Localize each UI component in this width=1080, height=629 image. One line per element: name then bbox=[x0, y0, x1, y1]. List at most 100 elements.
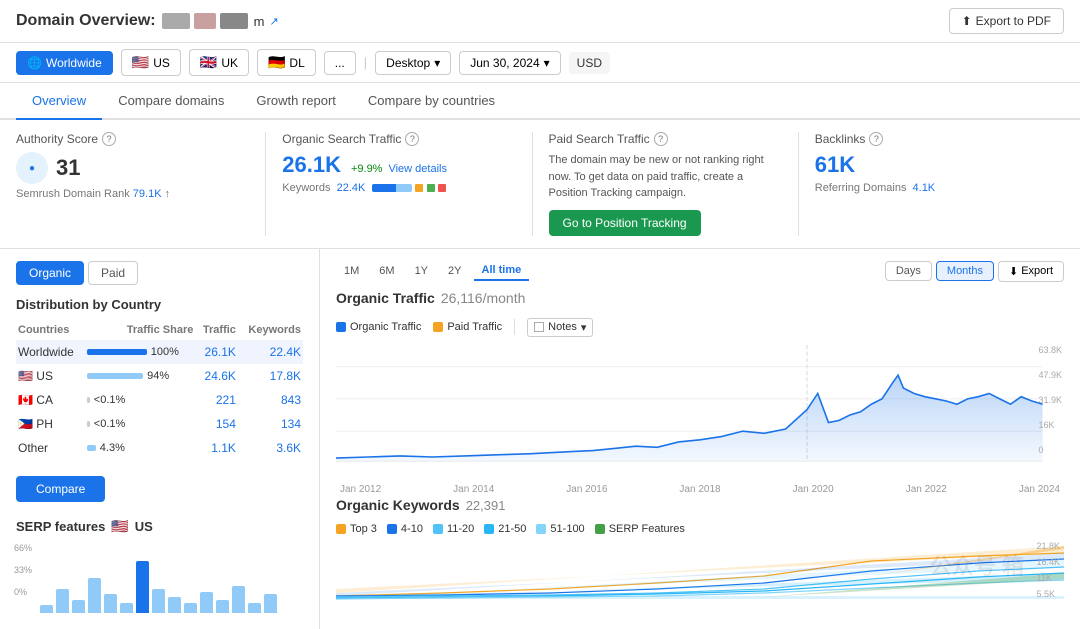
kw-legend-51-100[interactable]: 51-100 bbox=[536, 523, 584, 535]
paid-traffic-message: The domain may be new or not ranking rig… bbox=[549, 152, 782, 202]
compare-button[interactable]: Compare bbox=[16, 476, 105, 502]
organic-traffic-chart: Jan 2012 Jan 2014 Jan 2016 Jan 2018 Jan … bbox=[336, 345, 1064, 485]
traffic-value: 1.1K bbox=[195, 436, 238, 460]
serp-bar bbox=[232, 586, 245, 613]
backlinks-info-icon[interactable]: ? bbox=[869, 132, 883, 146]
referring-domains-link[interactable]: 4.1K bbox=[913, 182, 936, 194]
organic-toggle-button[interactable]: Organic bbox=[16, 261, 84, 285]
serp-bar bbox=[168, 597, 181, 613]
serp-bar bbox=[120, 603, 133, 613]
uk-button[interactable]: 🇬🇧 UK bbox=[189, 49, 249, 76]
semrush-rank: Semrush Domain Rank 79.1K ↑ bbox=[16, 188, 249, 200]
organic-info-icon[interactable]: ? bbox=[405, 132, 419, 146]
21-50-dot bbox=[484, 524, 494, 534]
more-locations-button[interactable]: ... bbox=[324, 51, 356, 75]
country-name: 🇵🇭 PH bbox=[16, 412, 85, 436]
de-flag: 🇩🇪 bbox=[268, 54, 285, 71]
traffic-share: 4.3% bbox=[85, 436, 196, 460]
tab-compare-countries[interactable]: Compare by countries bbox=[352, 83, 511, 120]
legend-organic[interactable]: Organic Traffic bbox=[336, 321, 421, 333]
uk-label: UK bbox=[221, 56, 238, 70]
external-link-icon[interactable]: ↗ bbox=[269, 15, 278, 28]
date-selector[interactable]: Jun 30, 2024 ▾ bbox=[459, 51, 560, 75]
serp-bar bbox=[264, 594, 277, 613]
keywords-value: 134 bbox=[238, 412, 303, 436]
legend-notes[interactable]: Notes ▾ bbox=[527, 318, 593, 337]
worldwide-label: Worldwide bbox=[46, 56, 102, 70]
view-details-link[interactable]: View details bbox=[388, 163, 447, 175]
organic-search-label: Organic Search Traffic ? bbox=[282, 132, 515, 146]
filter-1y[interactable]: 1Y bbox=[407, 261, 436, 281]
filter-all-time[interactable]: All time bbox=[474, 261, 530, 281]
kw-legend-4-10[interactable]: 4-10 bbox=[387, 523, 423, 535]
export-pdf-button[interactable]: ⬆ Export to PDF bbox=[949, 8, 1064, 34]
serp-y-labels: 66% 33% 0% bbox=[14, 543, 32, 597]
left-panel: Organic Paid Distribution by Country Cou… bbox=[0, 249, 320, 629]
nav-tabs: Overview Compare domains Growth report C… bbox=[0, 83, 1080, 120]
domain-block-3 bbox=[220, 13, 248, 29]
serp-bar bbox=[104, 594, 117, 613]
dl-button[interactable]: 🇩🇪 DL bbox=[257, 49, 316, 76]
organic-traffic-title: Organic Traffic bbox=[336, 290, 435, 306]
authority-score-label: Authority Score ? bbox=[16, 132, 249, 146]
paid-info-icon[interactable]: ? bbox=[654, 132, 668, 146]
keywords-header: Keywords bbox=[238, 320, 303, 340]
go-to-position-tracking-button[interactable]: Go to Position Tracking bbox=[549, 210, 701, 236]
chart-legend: Organic Traffic Paid Traffic Notes ▾ bbox=[336, 318, 1064, 337]
countries-header: Countries bbox=[16, 320, 85, 340]
us-label: US bbox=[153, 56, 170, 70]
export-chart-button[interactable]: ⬇ Export bbox=[998, 261, 1064, 282]
keywords-value: 843 bbox=[238, 388, 303, 412]
serp-bar bbox=[72, 600, 85, 613]
legend-paid[interactable]: Paid Traffic bbox=[433, 321, 502, 333]
serp-bar bbox=[56, 589, 69, 613]
authority-info-icon[interactable]: ? bbox=[102, 132, 116, 146]
organic-traffic-header: Organic Traffic 26,116/month bbox=[336, 290, 1064, 312]
uk-flag: 🇬🇧 bbox=[200, 54, 217, 71]
table-row: Other 4.3% 1.1K 3.6K bbox=[16, 436, 303, 460]
kw-legend-21-50[interactable]: 21-50 bbox=[484, 523, 526, 535]
paid-toggle-button[interactable]: Paid bbox=[88, 261, 138, 285]
upload-icon: ⬆ bbox=[962, 14, 972, 28]
serp-bar bbox=[200, 592, 213, 613]
filter-6m[interactable]: 6M bbox=[371, 261, 402, 281]
kw-legend-serp[interactable]: SERP Features bbox=[595, 523, 685, 535]
traffic-value: 24.6K bbox=[195, 364, 238, 388]
desktop-selector[interactable]: Desktop ▾ bbox=[375, 51, 451, 75]
traffic-share: 94% bbox=[85, 364, 196, 388]
serp-chart: 66% 33% 0% bbox=[16, 543, 303, 613]
organic-traffic-count: 26,116/month bbox=[441, 290, 526, 306]
tab-overview[interactable]: Overview bbox=[16, 83, 102, 120]
paid-search-card: Paid Search Traffic ? The domain may be … bbox=[533, 132, 799, 236]
chart-x-labels: Jan 2012 Jan 2014 Jan 2016 Jan 2018 Jan … bbox=[336, 484, 1064, 495]
keywords-value: 22.4K bbox=[238, 340, 303, 364]
traffic-share: 100% bbox=[85, 340, 196, 364]
country-name: 🇺🇸 US bbox=[16, 364, 85, 388]
filter-2y[interactable]: 2Y bbox=[440, 261, 469, 281]
keywords-title: Organic Keywords bbox=[336, 497, 460, 513]
chart-y-labels: 63.8K 47.9K 31.9K 16K 0 bbox=[1038, 345, 1062, 455]
us-button[interactable]: 🇺🇸 US bbox=[121, 49, 181, 76]
worldwide-button[interactable]: 🌐 Worldwide bbox=[16, 51, 113, 75]
table-row: 🇺🇸 US 94% 24.6K 17.8K bbox=[16, 364, 303, 388]
country-flag: 🇨🇦 bbox=[18, 393, 33, 407]
tab-growth-report[interactable]: Growth report bbox=[240, 83, 351, 120]
semrush-rank-link[interactable]: 79.1K bbox=[133, 188, 165, 200]
notes-chevron-icon: ▾ bbox=[581, 321, 587, 334]
serp-country-flag: 🇺🇸 bbox=[111, 518, 128, 535]
keywords-count: 22,391 bbox=[466, 498, 506, 513]
legend-separator bbox=[514, 319, 515, 335]
traffic-value: 221 bbox=[195, 388, 238, 412]
filter-1m[interactable]: 1M bbox=[336, 261, 367, 281]
months-view-button[interactable]: Months bbox=[936, 261, 994, 281]
kw-legend-11-20[interactable]: 11-20 bbox=[433, 523, 474, 535]
days-view-button[interactable]: Days bbox=[885, 261, 932, 281]
export-label: Export to PDF bbox=[976, 14, 1051, 28]
tab-compare-domains[interactable]: Compare domains bbox=[102, 83, 240, 120]
keywords-link[interactable]: 22.4K bbox=[337, 182, 366, 194]
share-bar bbox=[87, 421, 90, 427]
share-bar bbox=[87, 397, 90, 403]
page-title: Domain Overview: bbox=[16, 12, 156, 30]
keywords-trend-bar bbox=[372, 182, 445, 194]
kw-legend-top3[interactable]: Top 3 bbox=[336, 523, 377, 535]
